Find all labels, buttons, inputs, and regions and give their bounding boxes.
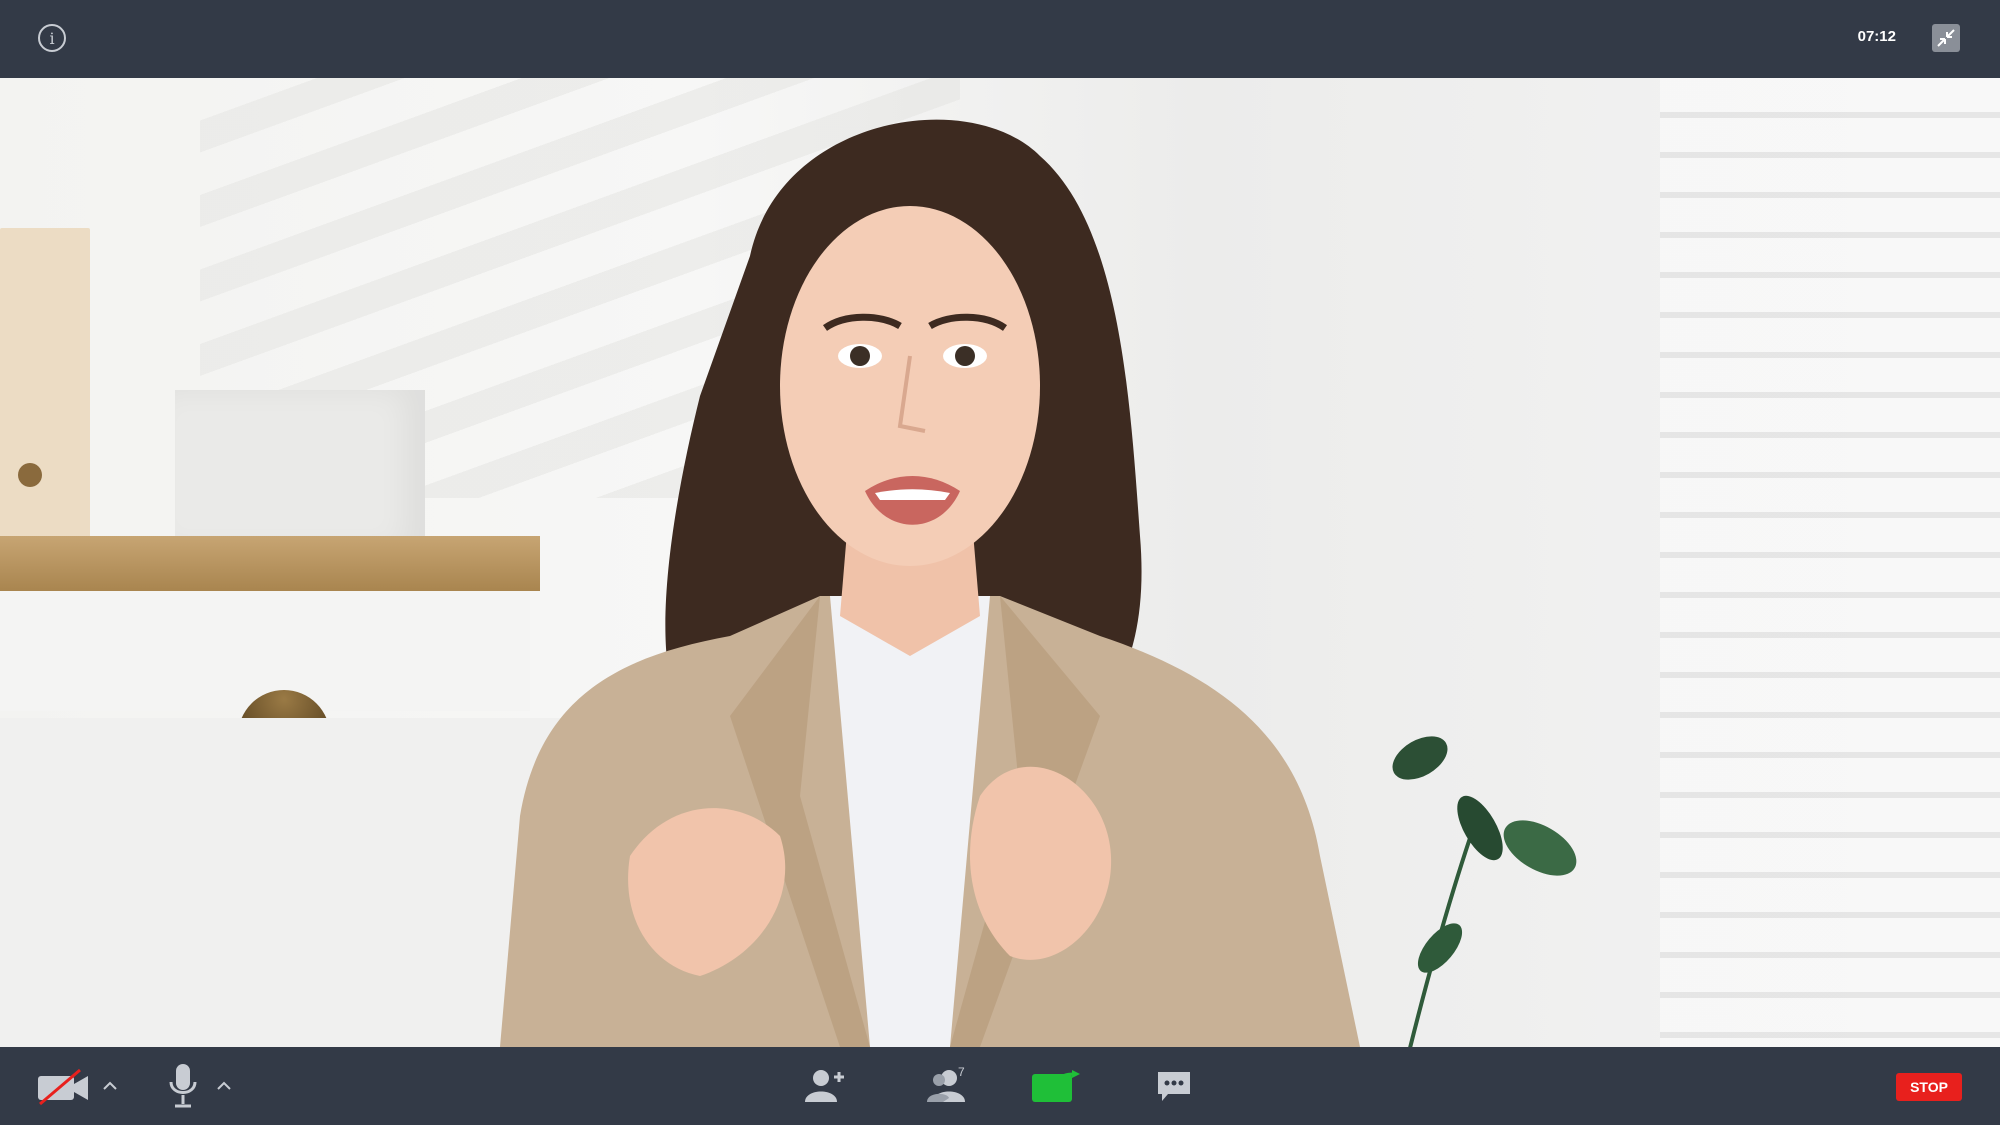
add-participant-icon <box>805 1070 844 1102</box>
participant <box>500 119 1360 1047</box>
exit-fullscreen-button[interactable] <box>1932 24 1960 52</box>
microphone-icon <box>169 1064 197 1108</box>
share-screen-icon <box>1032 1070 1080 1102</box>
camera-off-icon <box>38 1068 88 1106</box>
top-bar: i 07:12 <box>0 0 2000 78</box>
microphone-toggle-button[interactable] <box>166 1047 200 1125</box>
participants-button[interactable]: 7 <box>918 1047 976 1125</box>
microphone-options-button[interactable] <box>212 1047 236 1125</box>
chat-icon <box>1158 1072 1190 1101</box>
camera-options-button[interactable] <box>98 1047 122 1125</box>
paper-bag <box>0 228 90 578</box>
participants-count: 7 <box>958 1065 965 1079</box>
info-icon[interactable]: i <box>38 24 66 52</box>
bag-hole <box>18 463 42 487</box>
stop-button[interactable]: STOP <box>1896 1073 1962 1101</box>
meeting-timer: 07:12 <box>1857 28 1896 45</box>
window-blinds <box>1660 78 2000 1047</box>
camera-toggle-button[interactable] <box>34 1047 94 1125</box>
chevron-up-icon <box>103 1081 117 1090</box>
participant-video <box>0 78 2000 1047</box>
meeting-toolbar: 7 STOP <box>0 1047 2000 1125</box>
invite-button[interactable] <box>800 1047 850 1125</box>
exit-fullscreen-icon <box>1937 29 1955 47</box>
wooden-shelf <box>0 536 540 591</box>
chevron-up-icon <box>217 1081 231 1090</box>
share-screen-button[interactable] <box>1030 1047 1086 1125</box>
storage-box <box>175 390 425 550</box>
chat-button[interactable] <box>1154 1047 1194 1125</box>
